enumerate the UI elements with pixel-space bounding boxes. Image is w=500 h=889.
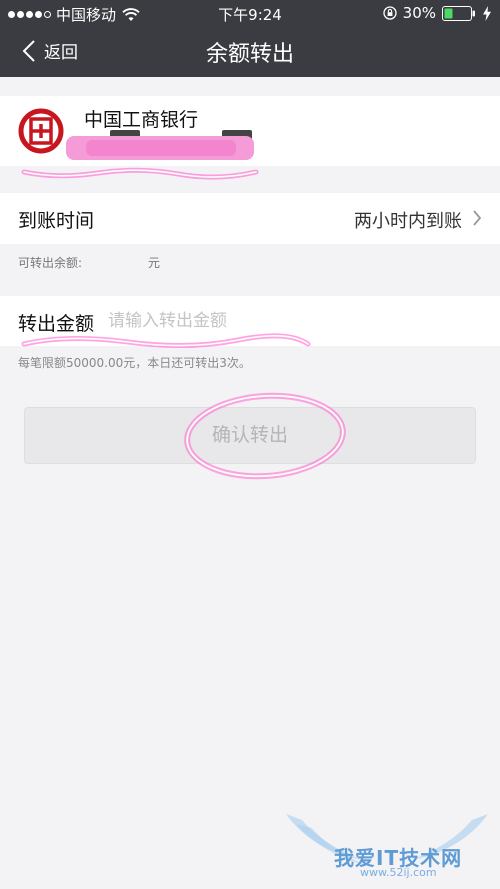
confirm-transfer-button[interactable]: 确认转出 [24,407,476,464]
chevron-right-icon [473,210,482,226]
nav-bar: 返回 余额转出 [0,26,500,77]
arrival-time-row[interactable]: 到账时间 两小时内到账 [0,193,500,244]
transfer-amount-input[interactable] [108,306,478,336]
transfer-amount-row: 转出金额 [0,296,500,346]
orientation-lock-icon [383,6,397,20]
card-number-masked [66,130,254,160]
status-bar: 中国移动 下午9:24 30% [0,0,500,26]
status-right: 30% [383,4,492,22]
arrival-time-value: 两小时内到账 [354,211,462,232]
battery-percent: 30% [402,4,436,22]
available-balance-label: 可转出余额: [18,256,83,270]
battery-icon [442,5,475,21]
transfer-amount-label: 转出金额 [18,313,95,335]
limit-note: 每笔限额50000.00元，本日还可转出3次。 [18,356,251,370]
arrival-time-label: 到账时间 [18,210,95,232]
bank-card[interactable]: 中国工商银行 [0,96,500,166]
header: 中国移动 下午9:24 30% 返回 余额转出 [0,0,500,77]
back-button[interactable]: 返回 [22,38,78,63]
charging-icon [483,5,491,21]
icbc-logo-icon [18,108,64,154]
bank-name: 中国工商银行 [84,109,199,131]
chevron-left-icon [22,39,35,62]
back-label: 返回 [44,43,78,63]
watermark-url: www.52ij.com [360,866,437,879]
available-balance-unit: 元 [148,256,161,270]
